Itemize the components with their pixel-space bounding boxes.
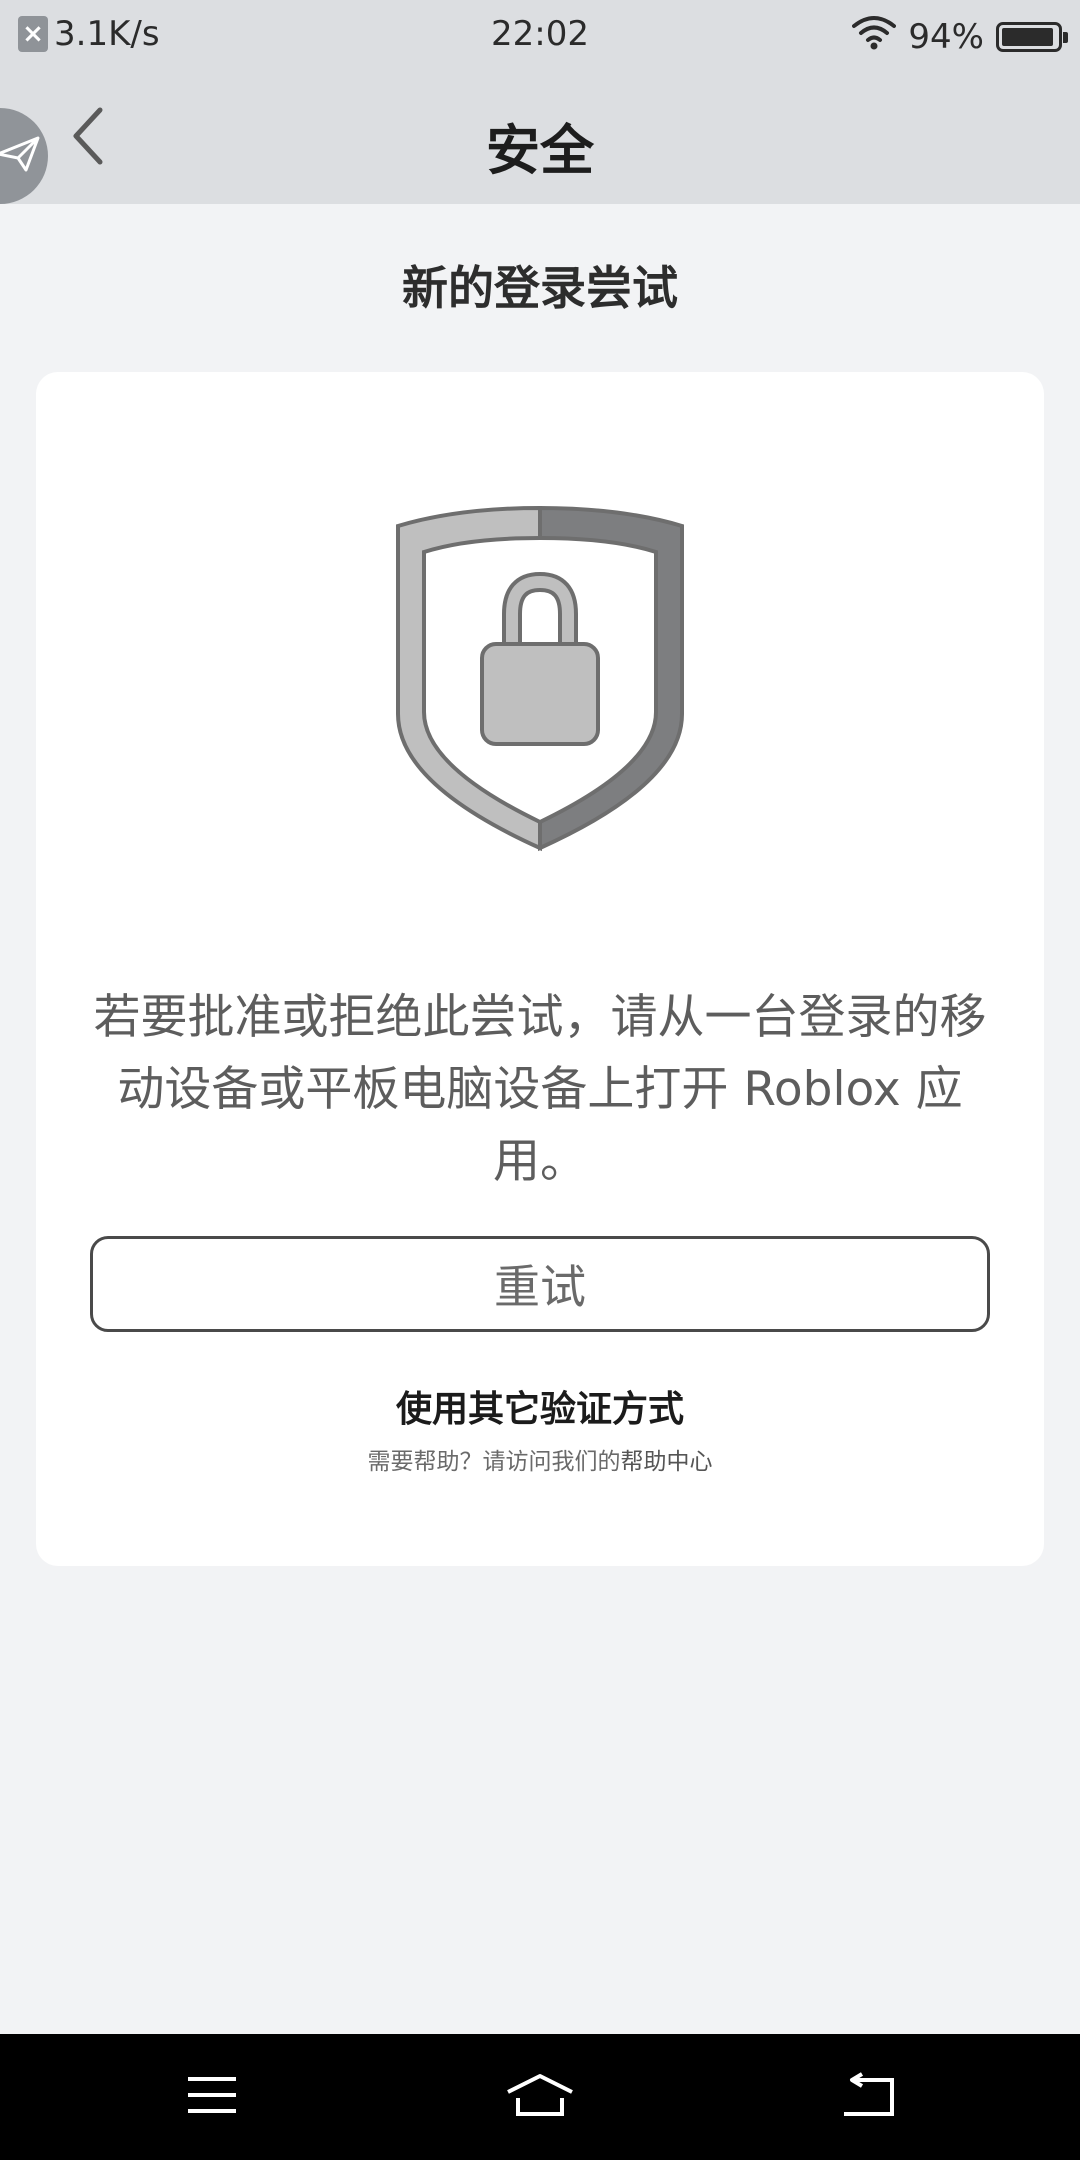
retry-button[interactable]: 重试	[90, 1236, 990, 1332]
help-center-link[interactable]: 帮助中心	[621, 1449, 713, 1475]
back-nav-button[interactable]	[828, 2064, 908, 2130]
menu-icon	[186, 2075, 238, 2119]
instruction-message: 若要批准或拒绝此尝试，请从一台登录的移动设备或平板电脑设备上打开 Roblox …	[93, 990, 987, 1189]
status-bar: × 3.1K/s 22:02 94%	[0, 0, 1080, 72]
shield-lock-icon	[388, 504, 692, 852]
battery-percent: 94%	[908, 16, 984, 57]
wifi-icon	[852, 14, 897, 59]
app-header: 安全	[0, 72, 1080, 204]
help-prefix: 需要帮助？请访问我们的	[367, 1449, 621, 1475]
page-title: 新的登录尝试	[402, 261, 678, 315]
battery-fill	[1002, 27, 1053, 46]
home-icon	[504, 2072, 576, 2122]
system-nav-bar	[0, 2034, 1080, 2160]
help-text: 需要帮助？请访问我们的帮助中心	[36, 1442, 1044, 1476]
alternate-verification-link[interactable]: 使用其它验证方式	[36, 1380, 1044, 1432]
back-icon	[840, 2072, 896, 2122]
verification-card: 若要批准或拒绝此尝试，请从一台登录的移动设备或平板电脑设备上打开 Roblox …	[36, 372, 1044, 1566]
home-button[interactable]	[500, 2064, 580, 2130]
battery-icon	[996, 21, 1068, 52]
status-right: 94%	[852, 14, 1068, 59]
header-title: 安全	[486, 119, 594, 182]
menu-button[interactable]	[172, 2064, 252, 2130]
